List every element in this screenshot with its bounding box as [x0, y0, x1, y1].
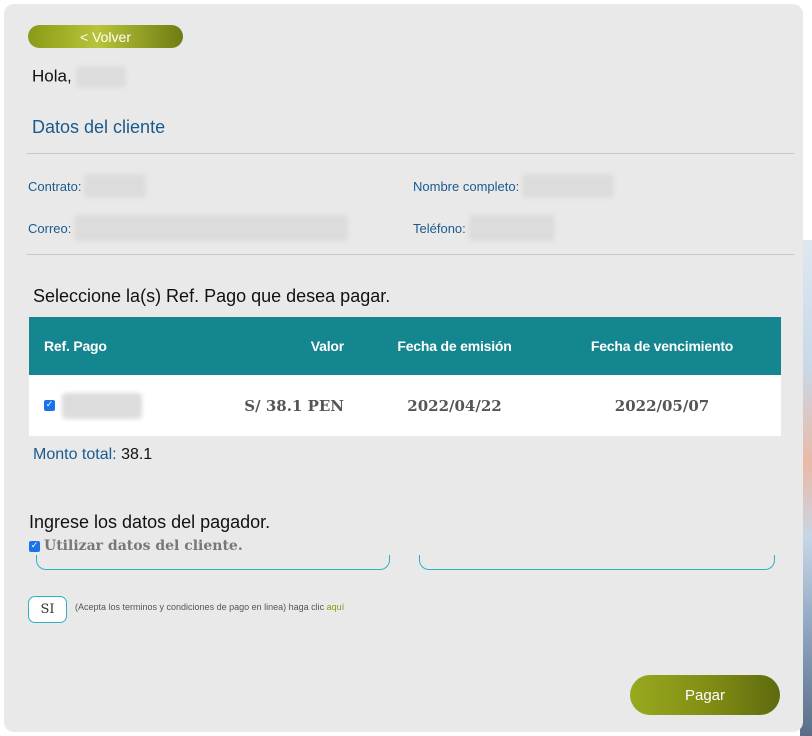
use-client-data[interactable]: ✓ Utilizar datos del cliente.	[29, 538, 243, 554]
fullname-label: Nombre completo:	[413, 178, 520, 194]
redacted-phone	[468, 215, 555, 241]
col-issue-date: Fecha de emisión	[366, 317, 543, 375]
payer-input-right[interactable]	[419, 555, 775, 570]
table-row[interactable]: ✓ S/ 38.1 PEN 2022/04/22 2022/05/07	[29, 375, 781, 436]
terms-label: (Acepta los terminos y condiciones de pa…	[75, 602, 325, 612]
col-ref: Ref. Pago	[29, 317, 175, 375]
back-button[interactable]: < Volver	[28, 25, 183, 48]
client-section-title: Datos del cliente	[32, 117, 166, 137]
payer-section-title: Ingrese los datos del pagador.	[29, 512, 271, 532]
due-date-cell: 2022/05/07	[543, 375, 781, 436]
divider	[26, 153, 794, 154]
payer-input-left[interactable]	[36, 555, 390, 570]
terms-link[interactable]: aquí	[327, 602, 345, 612]
greeting-text: Hola,	[32, 66, 72, 86]
greeting: Hola,	[32, 66, 127, 88]
phone-label: Teléfono:	[413, 220, 466, 236]
issue-date-cell: 2022/04/22	[366, 375, 543, 436]
redacted-email	[74, 215, 349, 241]
redacted-contract	[84, 174, 147, 198]
redacted-fullname	[522, 174, 615, 198]
pay-button[interactable]: Pagar	[630, 675, 780, 715]
redacted-ref	[62, 392, 143, 419]
ref-cell: ✓	[29, 375, 175, 436]
fullname-field: Nombre completo:	[413, 174, 615, 198]
col-value: Valor	[175, 317, 366, 375]
contract-field: Contrato:	[28, 174, 147, 198]
redacted-name	[76, 66, 127, 88]
use-client-label: Utilizar datos del cliente.	[44, 538, 243, 554]
payment-refs-table: Ref. Pago Valor Fecha de emisión Fecha d…	[29, 317, 781, 436]
col-due-date: Fecha de vencimiento	[543, 317, 781, 375]
terms-text: (Acepta los terminos y condiciones de pa…	[75, 602, 344, 612]
refs-section-title: Seleccione la(s) Ref. Pago que desea pag…	[33, 286, 391, 306]
total-amount: Monto total: 38.1	[33, 446, 152, 464]
use-client-checkbox[interactable]: ✓	[29, 540, 40, 552]
email-label: Correo:	[28, 220, 72, 236]
table-header-row: Ref. Pago Valor Fecha de emisión Fecha d…	[29, 317, 781, 375]
phone-field: Teléfono:	[413, 215, 555, 241]
email-field: Correo:	[28, 215, 349, 241]
total-label: Monto total:	[33, 446, 117, 463]
divider	[26, 254, 794, 255]
total-value: 38.1	[121, 446, 153, 463]
accept-terms-toggle[interactable]: SI	[28, 596, 67, 623]
value-cell: S/ 38.1 PEN	[175, 375, 366, 436]
contract-label: Contrato:	[28, 178, 82, 194]
ref-checkbox[interactable]: ✓	[44, 400, 55, 411]
